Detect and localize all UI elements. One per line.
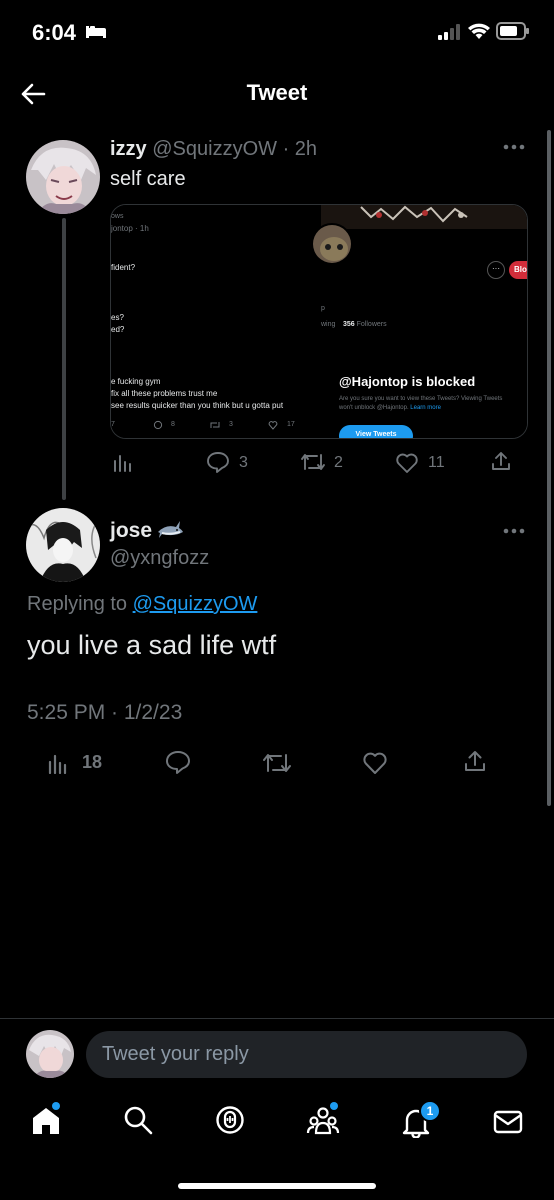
image-text: Learn more	[410, 405, 441, 411]
tweet-age: · 2h	[282, 138, 318, 160]
reply-icon[interactable]	[165, 750, 191, 774]
communities-unread-dot	[330, 1102, 338, 1110]
thread-line	[62, 218, 66, 500]
image-text: ed?	[111, 325, 125, 334]
share-icon[interactable]	[490, 450, 512, 472]
author-name[interactable]: izzy	[110, 138, 147, 160]
image-text: jontop · 1h	[111, 224, 149, 233]
replying-to-link[interactable]: @SquizzyOW	[133, 593, 258, 615]
image-text: es?	[111, 313, 124, 322]
image-like-icon	[268, 420, 278, 430]
image-right-panel: ··· Blo p wing 356 Followers @Hajontop i…	[311, 205, 527, 438]
reply-input[interactable]: Tweet your reply	[86, 1031, 527, 1078]
wifi-icon	[467, 22, 491, 40]
image-text: fix all these problems trust me	[111, 389, 218, 398]
share-icon[interactable]	[463, 749, 487, 773]
scrollbar[interactable]	[547, 130, 551, 806]
tweet-timestamp[interactable]: 5:25 PM · 1/2/23	[27, 701, 182, 725]
image-more-button: ···	[487, 261, 505, 279]
image-text: fident?	[111, 263, 136, 272]
image-text: ows	[111, 213, 124, 220]
status-time: 6:04	[32, 20, 77, 45]
image-text: e fucking gym	[111, 377, 161, 386]
home-indicator[interactable]	[178, 1183, 376, 1189]
image-retweet-icon	[209, 420, 221, 430]
image-blocked-text: Are you sure you want to view these Twee…	[339, 395, 509, 413]
image-text: 356	[343, 321, 355, 328]
reply-icon[interactable]	[206, 451, 230, 473]
more-options-icon[interactable]	[502, 526, 526, 536]
parent-tweet-header: izzy @SquizzyOW · 2h	[110, 138, 317, 161]
analytics-icon[interactable]	[47, 752, 69, 774]
like-icon[interactable]	[395, 452, 419, 474]
avatar-izzy[interactable]	[26, 140, 100, 214]
image-text: 3	[229, 421, 233, 428]
author-name[interactable]: jose	[110, 519, 152, 542]
view-count: 18	[82, 752, 103, 772]
image-blocked-title: @Hajontop is blocked	[339, 374, 476, 389]
tweet-image[interactable]: ows jontop · 1h fident? es? ed? e fuckin…	[110, 204, 528, 439]
image-followers: 356 Followers	[343, 321, 387, 328]
author-handle[interactable]: @yxngfozz	[110, 547, 209, 570]
retweet-icon[interactable]	[300, 452, 326, 472]
analytics-icon[interactable]	[113, 452, 133, 472]
spaces-icon[interactable]	[214, 1104, 246, 1136]
image-banner	[321, 205, 527, 229]
search-icon[interactable]	[122, 1104, 154, 1136]
divider	[0, 1018, 554, 1019]
image-profile-avatar	[311, 223, 353, 265]
like-count: 11	[428, 454, 445, 471]
battery-icon	[496, 22, 530, 40]
author-handle[interactable]: @SquizzyOW	[152, 138, 277, 160]
image-text: wing	[321, 321, 336, 328]
image-view-tweets-button: View Tweets	[339, 425, 413, 438]
notifications-badge: 1	[419, 1100, 441, 1122]
home-unread-dot	[52, 1102, 60, 1110]
retweet-count: 2	[334, 454, 343, 471]
image-text: 8	[171, 421, 175, 428]
image-text: p	[321, 305, 325, 312]
sleep-icon	[85, 24, 107, 40]
page-title: Tweet	[246, 80, 308, 105]
retweet-icon[interactable]	[262, 752, 292, 774]
cellular-signal-icon	[438, 24, 462, 40]
current-user-avatar[interactable]	[26, 1030, 74, 1078]
image-blocked-badge: Blo	[509, 261, 527, 279]
like-icon[interactable]	[362, 751, 388, 775]
messages-icon[interactable]	[492, 1106, 524, 1138]
image-left-panel: ows jontop · 1h fident? es? ed? e fuckin…	[111, 205, 321, 438]
image-reply-icon	[153, 420, 163, 430]
image-text: Followers	[356, 321, 387, 328]
main-author-row: jose	[110, 519, 152, 543]
image-text: 17	[287, 421, 295, 428]
image-text: see results quicker than you think but u…	[111, 401, 284, 410]
replying-to: Replying to @SquizzyOW	[27, 593, 257, 616]
avatar-jose[interactable]	[26, 508, 100, 582]
main-tweet-text: you live a sad life wtf	[27, 630, 277, 660]
parent-tweet-text: self care	[110, 168, 186, 190]
replying-prefix: Replying to	[27, 593, 128, 615]
reply-count: 3	[239, 454, 248, 471]
more-options-icon[interactable]	[502, 142, 526, 152]
shark-emoji-icon	[156, 518, 184, 540]
image-text: 7	[111, 421, 115, 428]
